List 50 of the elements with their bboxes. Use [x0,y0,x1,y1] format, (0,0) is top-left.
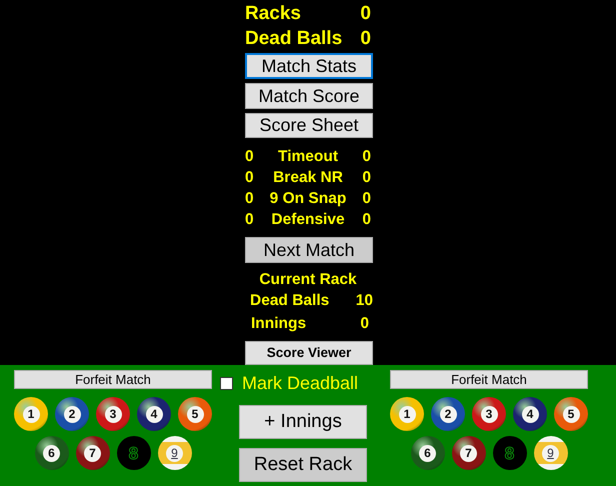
pool-ball[interactable]: 6 [410,436,444,470]
menu-button[interactable]: Score Sheet [245,112,373,138]
stat-value: 0 [360,314,369,334]
menu-button[interactable]: Match Score [245,83,373,108]
counter-value: 0 [361,147,371,167]
deadball-checkbox[interactable] [220,377,233,390]
pool-ball[interactable]: 1 [390,397,424,431]
pool-ball[interactable]: 9 [158,436,192,470]
stat-value: 0 [360,27,371,51]
stat-value: 0 [360,2,371,26]
section-title: Current Rack [258,270,358,290]
counter-value: 0 [361,210,371,230]
stat-label: Dead Balls [245,27,342,51]
counter-value: 0 [361,168,371,188]
pool-ball[interactable]: 7 [76,436,110,470]
pool-ball[interactable]: 6 [34,436,68,470]
pool-ball[interactable]: 2 [431,397,465,431]
checkbox-label: Mark Deadball [242,372,358,395]
pool-ball[interactable]: 2 [55,397,89,431]
pool-ball[interactable]: 5 [554,397,588,431]
counter-value: 0 [245,210,255,230]
stat-value: 10 [356,290,373,310]
stat-label: Racks [245,2,301,26]
pool-ball[interactable]: 8 [116,436,150,470]
pool-ball[interactable]: 3 [96,397,130,431]
pool-ball[interactable]: 8 [492,436,526,470]
stat-label: Dead Balls [250,290,330,310]
pool-ball[interactable]: 4 [137,397,171,431]
next-match-button[interactable]: Next Match [245,237,373,262]
innings-button[interactable]: + Innings [239,405,367,439]
forfeit-button[interactable]: Forfeit Match [14,370,212,389]
forfeit-button[interactable]: Forfeit Match [390,370,588,389]
pool-ball[interactable]: 5 [178,397,212,431]
counter-value: 0 [245,168,255,188]
pool-ball[interactable]: 1 [14,397,48,431]
counter-value: 0 [245,147,255,167]
counter-label: Defensive [270,210,346,230]
counter-label: 9 On Snap [268,189,348,209]
score-viewer-button[interactable]: Score Viewer [245,340,373,366]
counter-value: 0 [361,189,371,209]
pool-ball[interactable]: 7 [452,436,486,470]
pool-ball[interactable]: 4 [513,397,547,431]
pool-ball[interactable]: 3 [472,397,506,431]
stat-label: Innings [251,314,306,334]
counter-label: Timeout [277,147,339,167]
pool-ball[interactable]: 9 [534,436,568,470]
menu-button[interactable]: Match Stats [245,53,373,79]
reset-rack-button[interactable]: Reset Rack [239,448,367,482]
counter-label: Break NR [272,168,344,188]
counter-value: 0 [245,189,255,209]
